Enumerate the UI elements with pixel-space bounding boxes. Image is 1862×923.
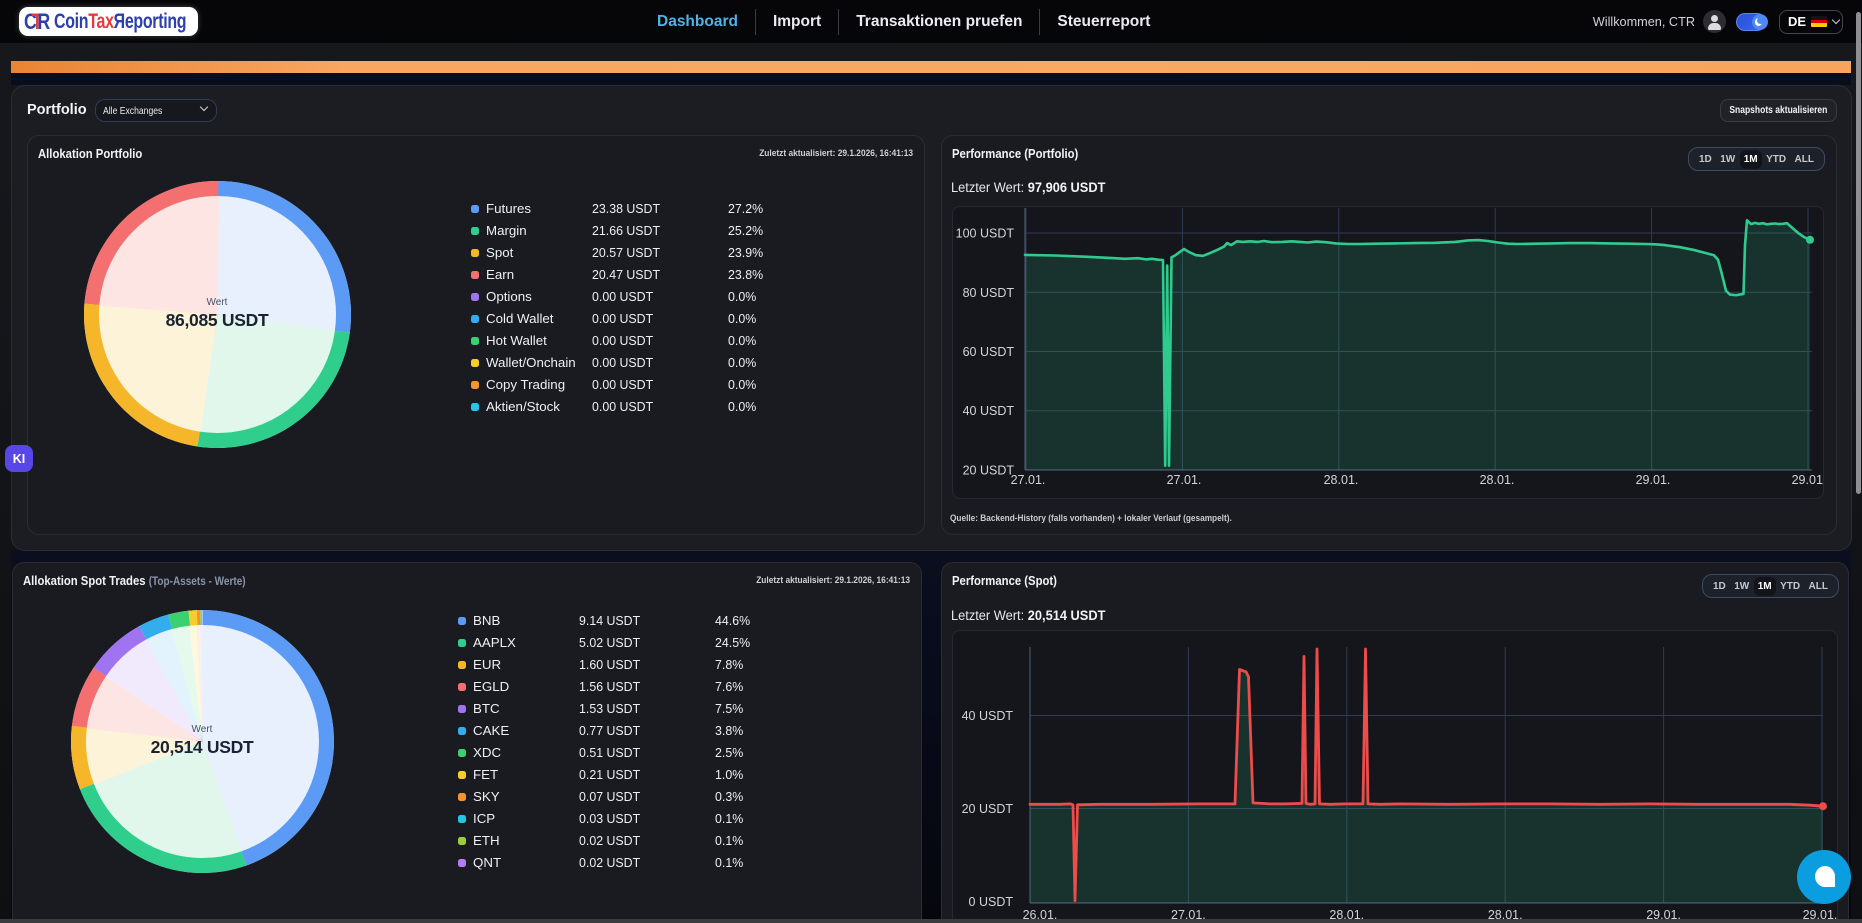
svg-text:27.01.: 27.01. <box>1167 473 1202 487</box>
svg-text:27.01.: 27.01. <box>1011 473 1046 487</box>
svg-text:29.01.: 29.01. <box>1636 473 1671 487</box>
svg-text:100 USDT: 100 USDT <box>956 227 1015 241</box>
svg-text:20 USDT: 20 USDT <box>963 464 1015 478</box>
svg-text:60 USDT: 60 USDT <box>963 345 1015 359</box>
svg-text:40 USDT: 40 USDT <box>963 404 1015 418</box>
svg-text:28.01.: 28.01. <box>1480 473 1515 487</box>
svg-text:40 USDT: 40 USDT <box>962 709 1014 723</box>
svg-text:20 USDT: 20 USDT <box>962 802 1014 816</box>
svg-text:28.01.: 28.01. <box>1324 473 1359 487</box>
svg-text:29.01.: 29.01. <box>1792 473 1824 487</box>
svg-text:0 USDT: 0 USDT <box>969 895 1014 909</box>
svg-text:80 USDT: 80 USDT <box>963 286 1015 300</box>
